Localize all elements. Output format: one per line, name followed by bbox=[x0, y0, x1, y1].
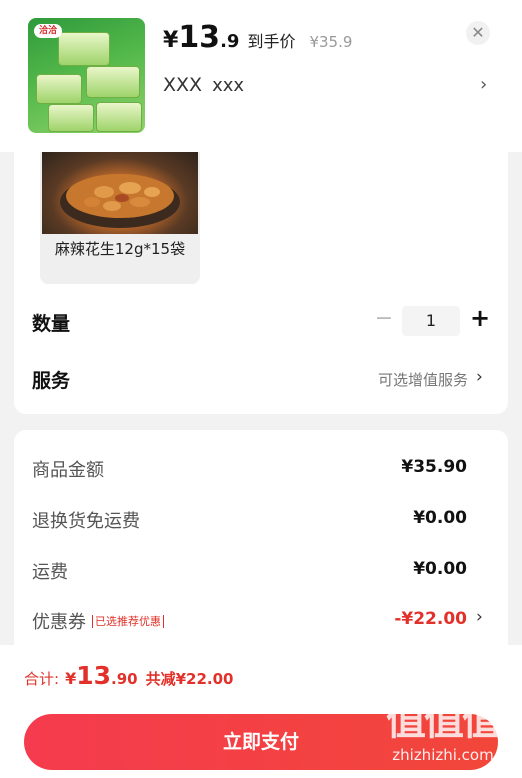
total-amount: 合计: ¥ 13 .90 共减¥22.00 bbox=[24, 661, 233, 690]
selected-spec[interactable]: XXX xxx bbox=[163, 74, 244, 96]
checkout-footer: 合计: ¥ 13 .90 共减¥22.00 立即支付 bbox=[0, 645, 522, 778]
chevron-right-icon[interactable]: › bbox=[480, 74, 487, 95]
spec-value: XXX bbox=[163, 74, 203, 96]
summary-row-label: 退换货免运费 bbox=[32, 511, 140, 532]
snack-pack-image bbox=[58, 32, 110, 66]
spec-value-secondary: xxx bbox=[212, 75, 245, 96]
close-icon[interactable]: ✕ bbox=[466, 21, 490, 45]
price-decimal: .9 bbox=[220, 31, 240, 52]
service-label: 服务 bbox=[32, 370, 71, 392]
increment-button[interactable]: + bbox=[468, 304, 492, 332]
product-header: 洽洽 ¥ 13 .9 到手价 ¥35.9 ✕ XXX xxx › bbox=[0, 0, 522, 152]
chevron-right-icon[interactable]: › bbox=[476, 607, 483, 627]
coupon-discount-value[interactable]: -¥22.00 bbox=[344, 609, 467, 629]
summary-row-value: ¥0.00 bbox=[413, 508, 467, 528]
snack-pack-image bbox=[36, 74, 82, 104]
price-tag: 到手价 bbox=[247, 32, 296, 51]
price-summary-card: 商品金额 ¥35.90 退换货免运费 ¥0.00 运费 ¥0.00 优惠券 已选推… bbox=[14, 430, 508, 660]
total-integer: 13 bbox=[76, 661, 111, 690]
summary-row-label: 商品金额 bbox=[32, 460, 104, 481]
snack-pack-image bbox=[86, 66, 140, 98]
chevron-right-icon[interactable]: › bbox=[476, 367, 483, 387]
price-row: ¥ 13 .9 到手价 ¥35.9 bbox=[163, 20, 353, 55]
options-card: 麻辣花生12g*15袋 数量 − 1 + 服务 可选增值服务 › bbox=[14, 152, 508, 414]
peanut-bowl-illustration bbox=[60, 174, 180, 228]
quantity-input[interactable]: 1 bbox=[402, 306, 460, 336]
summary-row-value: ¥0.00 bbox=[413, 559, 467, 579]
pay-now-button[interactable]: 立即支付 bbox=[24, 714, 498, 770]
price-integer: 13 bbox=[178, 20, 221, 55]
original-price: ¥35.9 bbox=[309, 33, 353, 51]
coupon-badge: 已选推荐优惠 bbox=[92, 615, 164, 628]
coupon-label: 优惠券 bbox=[32, 612, 86, 633]
flavor-option[interactable]: 麻辣花生12g*15袋 bbox=[40, 152, 200, 284]
service-value[interactable]: 可选增值服务 bbox=[304, 369, 468, 390]
coupon-row[interactable]: 优惠券 已选推荐优惠 bbox=[32, 608, 164, 634]
brand-logo: 洽洽 bbox=[34, 24, 62, 38]
quantity-label: 数量 bbox=[32, 313, 71, 335]
snack-pack-image bbox=[96, 102, 142, 132]
decrement-button[interactable]: − bbox=[374, 306, 394, 331]
total-decimal: .90 bbox=[111, 670, 138, 688]
price-currency: ¥ bbox=[163, 28, 179, 53]
total-savings: 共减¥22.00 bbox=[145, 670, 234, 688]
total-label: 合计: bbox=[24, 670, 60, 688]
total-currency: ¥ bbox=[65, 669, 77, 688]
product-thumbnail: 洽洽 bbox=[28, 18, 145, 133]
flavor-option-label: 麻辣花生12g*15袋 bbox=[54, 240, 186, 258]
summary-row-label: 运费 bbox=[32, 562, 68, 583]
peanut-bowl-image bbox=[42, 152, 198, 234]
summary-row-value: ¥35.90 bbox=[401, 457, 467, 477]
snack-pack-image bbox=[48, 104, 94, 132]
